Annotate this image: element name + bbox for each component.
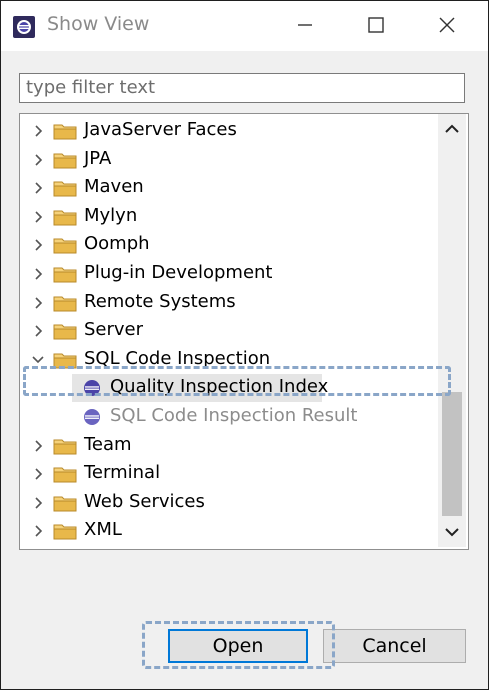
folder-icon xyxy=(53,124,77,140)
tree-item-label: Server xyxy=(84,319,144,341)
tree-item-label: SQL Code Inspection xyxy=(84,347,271,369)
eclipse-app-icon xyxy=(13,16,35,38)
tree-item-label: Remote Systems xyxy=(84,290,236,312)
tree-item[interactable]: SQL Code Inspection xyxy=(20,346,438,374)
tree-item-label: XML xyxy=(84,519,122,541)
maximize-button[interactable] xyxy=(362,11,390,39)
folder-icon xyxy=(53,524,77,540)
folder-icon xyxy=(53,181,77,197)
tree-item-label: Terminal xyxy=(84,462,161,484)
chevron-right-icon[interactable] xyxy=(32,468,44,480)
folder-icon xyxy=(53,296,77,312)
tree-item-label: Maven xyxy=(84,176,144,198)
folder-icon xyxy=(53,238,77,254)
maximize-icon xyxy=(368,17,384,33)
tree-item-label: Mylyn xyxy=(84,204,138,226)
tree-item-label: JPA xyxy=(84,147,112,169)
tree-item[interactable]: Team xyxy=(20,432,438,460)
close-button[interactable] xyxy=(433,11,461,39)
tree-scrollbar[interactable] xyxy=(438,114,466,547)
tree-item-label: Oomph xyxy=(84,233,150,255)
chevron-right-icon[interactable] xyxy=(32,268,44,280)
tree-item[interactable]: Remote Systems xyxy=(20,289,438,317)
tree-item-label: Plug-in Development xyxy=(84,262,273,283)
tree-child-item[interactable]: SQL Code Inspection Result xyxy=(20,403,438,431)
open-button[interactable]: Open xyxy=(168,629,308,663)
tree-item-label: JavaServer Faces xyxy=(84,119,237,140)
cancel-button[interactable]: Cancel xyxy=(323,629,466,663)
folder-icon xyxy=(53,353,77,369)
chevron-right-icon[interactable] xyxy=(32,125,44,137)
filter-input[interactable]: type filter text xyxy=(19,73,465,103)
tree-item[interactable]: JavaServer Faces xyxy=(20,117,438,145)
chevron-right-icon[interactable] xyxy=(32,440,44,452)
filter-placeholder: type filter text xyxy=(26,77,156,98)
folder-icon xyxy=(53,439,77,455)
window-title: Show View xyxy=(47,13,150,35)
tree-item[interactable]: Web Services xyxy=(20,489,438,517)
chevron-right-icon[interactable] xyxy=(32,325,44,337)
chevron-right-icon[interactable] xyxy=(32,525,44,537)
close-icon xyxy=(439,17,455,33)
tree-item-label: Web Services xyxy=(84,490,205,512)
tree-child-item[interactable]: Quality Inspection Index xyxy=(20,374,438,403)
tree-child-label: Quality Inspection Index xyxy=(110,376,329,398)
title-bar: Show View xyxy=(1,1,488,51)
folder-icon xyxy=(53,496,77,512)
chevron-right-icon[interactable] xyxy=(32,211,44,223)
chevron-down-icon[interactable] xyxy=(32,354,44,366)
folder-icon xyxy=(53,467,77,483)
chevron-right-icon[interactable] xyxy=(32,182,44,194)
show-view-dialog: Show View type filter text JavaServer Fa… xyxy=(0,0,489,690)
folder-icon xyxy=(53,153,77,169)
scroll-down-button[interactable] xyxy=(438,517,466,547)
minimize-icon xyxy=(298,24,312,26)
folder-icon xyxy=(53,324,77,340)
chevron-right-icon[interactable] xyxy=(32,497,44,509)
minimize-button[interactable] xyxy=(291,11,319,39)
tree-item[interactable]: Plug-in Development xyxy=(20,260,438,288)
tree-item[interactable]: Server xyxy=(20,317,438,345)
chevron-right-icon[interactable] xyxy=(32,154,44,166)
chevron-down-icon xyxy=(445,528,459,537)
view-icon xyxy=(84,380,100,397)
tree-item[interactable]: JPA xyxy=(20,146,438,174)
scroll-up-button[interactable] xyxy=(438,114,466,144)
view-icon xyxy=(84,409,100,425)
tree-item[interactable]: XML xyxy=(20,517,438,545)
scroll-thumb[interactable] xyxy=(442,392,462,516)
tree-item[interactable]: Oomph xyxy=(20,231,438,259)
chevron-right-icon[interactable] xyxy=(32,239,44,251)
tree-item[interactable]: Maven xyxy=(20,174,438,202)
tree-item[interactable]: Mylyn xyxy=(20,203,438,231)
tree-item[interactable]: Terminal xyxy=(20,460,438,488)
chevron-up-icon xyxy=(445,124,459,133)
view-tree[interactable]: JavaServer Faces JPA Maven Mylyn Oomph Plug-i… xyxy=(19,113,469,550)
folder-icon xyxy=(53,267,77,283)
tree-item-label: Team xyxy=(84,433,132,455)
chevron-right-icon[interactable] xyxy=(32,297,44,309)
folder-icon xyxy=(53,210,77,226)
tree-child-label: SQL Code Inspection Result xyxy=(110,405,358,426)
